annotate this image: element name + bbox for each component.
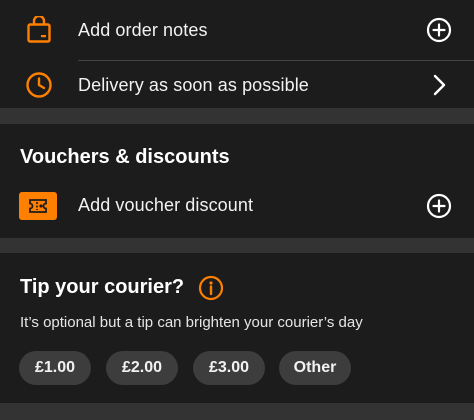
bag-icon	[22, 13, 56, 47]
section-separator	[0, 403, 474, 420]
section-separator	[0, 238, 474, 253]
tip-description: It’s optional but a tip can brighten you…	[20, 314, 363, 331]
section-separator	[0, 108, 474, 124]
clock-icon	[22, 68, 56, 102]
tip-title: Tip your courier?	[20, 276, 185, 298]
checkout-page: Add order notes Delivery as soon as poss…	[0, 0, 474, 420]
tip-option-2[interactable]: £2.00	[106, 351, 178, 385]
tip-option-1[interactable]: £1.00	[19, 351, 91, 385]
vouchers-section: Vouchers & discounts Add voucher discoun…	[0, 124, 474, 238]
add-order-notes-row[interactable]: Add order notes	[0, 0, 474, 60]
vouchers-title: Vouchers & discounts	[20, 146, 230, 168]
add-voucher-row[interactable]: Add voucher discount	[0, 184, 474, 228]
tip-option-3[interactable]: £3.00	[193, 351, 265, 385]
chevron-right-icon[interactable]	[424, 70, 454, 100]
add-voucher-label: Add voucher discount	[78, 195, 254, 215]
voucher-ticket-icon	[19, 189, 57, 223]
order-options-section: Add order notes Delivery as soon as poss…	[0, 0, 474, 108]
plus-circle-icon[interactable]	[424, 15, 454, 45]
add-order-notes-label: Add order notes	[78, 20, 208, 40]
info-icon[interactable]	[198, 275, 224, 301]
plus-circle-icon[interactable]	[424, 191, 454, 221]
tip-option-other[interactable]: Other	[279, 351, 351, 385]
delivery-time-row[interactable]: Delivery as soon as possible	[0, 61, 474, 108]
delivery-time-label: Delivery as soon as possible	[78, 75, 309, 95]
